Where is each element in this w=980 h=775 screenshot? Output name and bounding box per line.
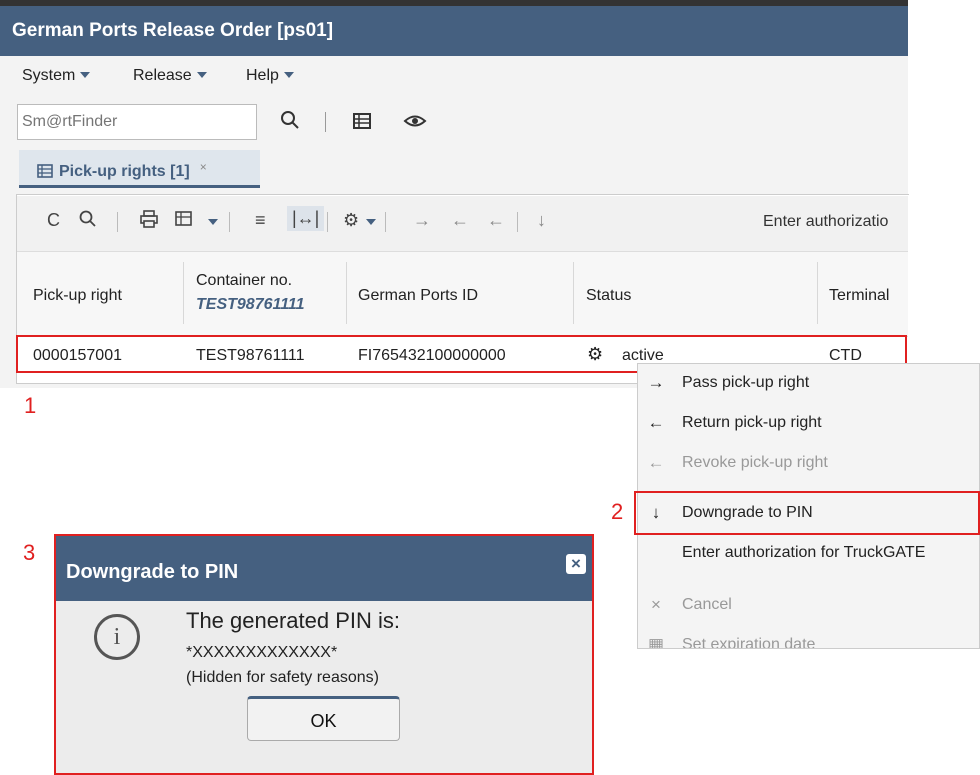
column-divider bbox=[183, 262, 184, 324]
chevron-down-icon bbox=[283, 72, 294, 78]
pass-arrow-icon[interactable]: → bbox=[413, 210, 431, 231]
downgrade-pin-dialog: Downgrade to PIN × i The generated PIN i… bbox=[54, 534, 594, 775]
cell-pickup-right: 0000157001 bbox=[33, 347, 122, 364]
column-divider bbox=[817, 262, 818, 324]
step-label-1: 1 bbox=[24, 393, 37, 418]
step-label-3: 3 bbox=[23, 540, 36, 565]
downgrade-arrow-icon[interactable]: ↓ bbox=[537, 210, 546, 231]
ok-button[interactable]: OK bbox=[247, 696, 400, 741]
revoke-arrow-icon[interactable]: ← bbox=[487, 210, 505, 231]
chevron-down-icon bbox=[196, 72, 207, 78]
chevron-down-icon[interactable] bbox=[366, 219, 376, 225]
list-view-icon[interactable] bbox=[352, 112, 372, 135]
grid-toolbar: C ≡ |↔| ⚙ → ← ← ↓ Enter authorizatio bbox=[17, 196, 908, 252]
menu-item-enter-authorization[interactable]: Enter authorization for TruckGATE bbox=[638, 534, 979, 572]
close-icon[interactable]: × bbox=[566, 554, 586, 574]
arrow-right-icon: → bbox=[647, 373, 665, 392]
return-arrow-icon[interactable]: ← bbox=[451, 210, 469, 231]
window-title: German Ports Release Order [ps01] bbox=[12, 20, 334, 41]
search-icon[interactable] bbox=[79, 210, 97, 233]
search-icon[interactable] bbox=[280, 110, 300, 135]
chevron-down-icon[interactable] bbox=[208, 219, 218, 225]
chevron-down-icon bbox=[80, 72, 91, 78]
fit-width-icon[interactable]: |↔| bbox=[287, 206, 325, 231]
arrow-left-icon: ← bbox=[647, 413, 665, 432]
toolbar-separator bbox=[517, 212, 518, 232]
toolbar-separator bbox=[385, 212, 386, 232]
menu-item-revoke-pickup-right: ← Revoke pick-up right bbox=[647, 453, 828, 472]
arrow-left-icon: ← bbox=[647, 453, 665, 472]
gear-icon[interactable]: ⚙ bbox=[343, 210, 359, 231]
eye-icon[interactable] bbox=[403, 112, 427, 135]
info-icon: i bbox=[94, 614, 140, 660]
calendar-icon: ▦ bbox=[647, 635, 665, 649]
highlight-box-downgrade bbox=[634, 491, 980, 535]
menu-bar: System Release Help bbox=[0, 56, 908, 96]
window-title-bar: German Ports Release Order [ps01] bbox=[0, 6, 908, 56]
print-icon[interactable] bbox=[139, 210, 159, 233]
container-filter-value[interactable]: TEST98761111 bbox=[196, 296, 305, 314]
refresh-icon[interactable]: C bbox=[47, 210, 60, 231]
menu-item-set-expiration-date: ▦ Set expiration date bbox=[638, 626, 979, 649]
menu-item-cancel: × Cancel bbox=[638, 586, 979, 624]
lines-icon[interactable]: ≡ bbox=[255, 210, 266, 231]
gear-icon: ⚙ bbox=[587, 344, 604, 364]
column-header-german-ports-id[interactable]: German Ports ID bbox=[358, 287, 478, 305]
menu-system[interactable]: System bbox=[22, 67, 91, 85]
close-icon: × bbox=[651, 595, 661, 614]
list-view-icon bbox=[37, 164, 53, 183]
smartfinder-input[interactable] bbox=[17, 104, 257, 140]
column-divider bbox=[573, 262, 574, 324]
menu-item-pass-pickup-right[interactable]: → Pass pick-up right bbox=[638, 364, 979, 402]
menu-help[interactable]: Help bbox=[246, 67, 294, 85]
toolbar-separator bbox=[327, 212, 328, 232]
tab-label: Pick-up rights [1] bbox=[59, 163, 190, 180]
enter-authorization-button[interactable]: Enter authorizatio bbox=[763, 213, 908, 231]
column-divider bbox=[346, 262, 347, 324]
dialog-note: (Hidden for safety reasons) bbox=[186, 669, 379, 686]
menu-release[interactable]: Release bbox=[133, 67, 207, 85]
cell-german-ports-id: FI765432100000000 bbox=[358, 347, 506, 364]
column-header-pickup-right[interactable]: Pick-up right bbox=[33, 287, 122, 305]
cell-container-no: TEST98761111 bbox=[196, 347, 305, 364]
menu-item-return-pickup-right[interactable]: ← Return pick-up right bbox=[638, 404, 979, 442]
column-header-terminal[interactable]: Terminal bbox=[829, 287, 889, 305]
toolbar-separator bbox=[229, 212, 230, 232]
column-header-container-no[interactable]: Container no. bbox=[196, 272, 292, 290]
column-header-status[interactable]: Status bbox=[586, 287, 631, 305]
dialog-pin-value: *XXXXXXXXXXXXX* bbox=[186, 644, 338, 661]
step-label-2: 2 bbox=[611, 499, 624, 524]
grid-columns-icon[interactable] bbox=[175, 210, 195, 233]
dialog-message: The generated PIN is: bbox=[186, 608, 401, 633]
toolbar-separator bbox=[117, 212, 118, 232]
tab-close-icon[interactable]: × bbox=[200, 160, 207, 174]
toolbar-separator bbox=[325, 112, 326, 132]
dialog-title: Downgrade to PIN bbox=[66, 561, 239, 583]
table-header: Pick-up right Container no. TEST98761111… bbox=[17, 252, 908, 337]
dialog-title-bar: Downgrade to PIN × bbox=[56, 536, 592, 601]
tab-pickup-rights[interactable]: Pick-up rights [1] × bbox=[19, 150, 260, 188]
